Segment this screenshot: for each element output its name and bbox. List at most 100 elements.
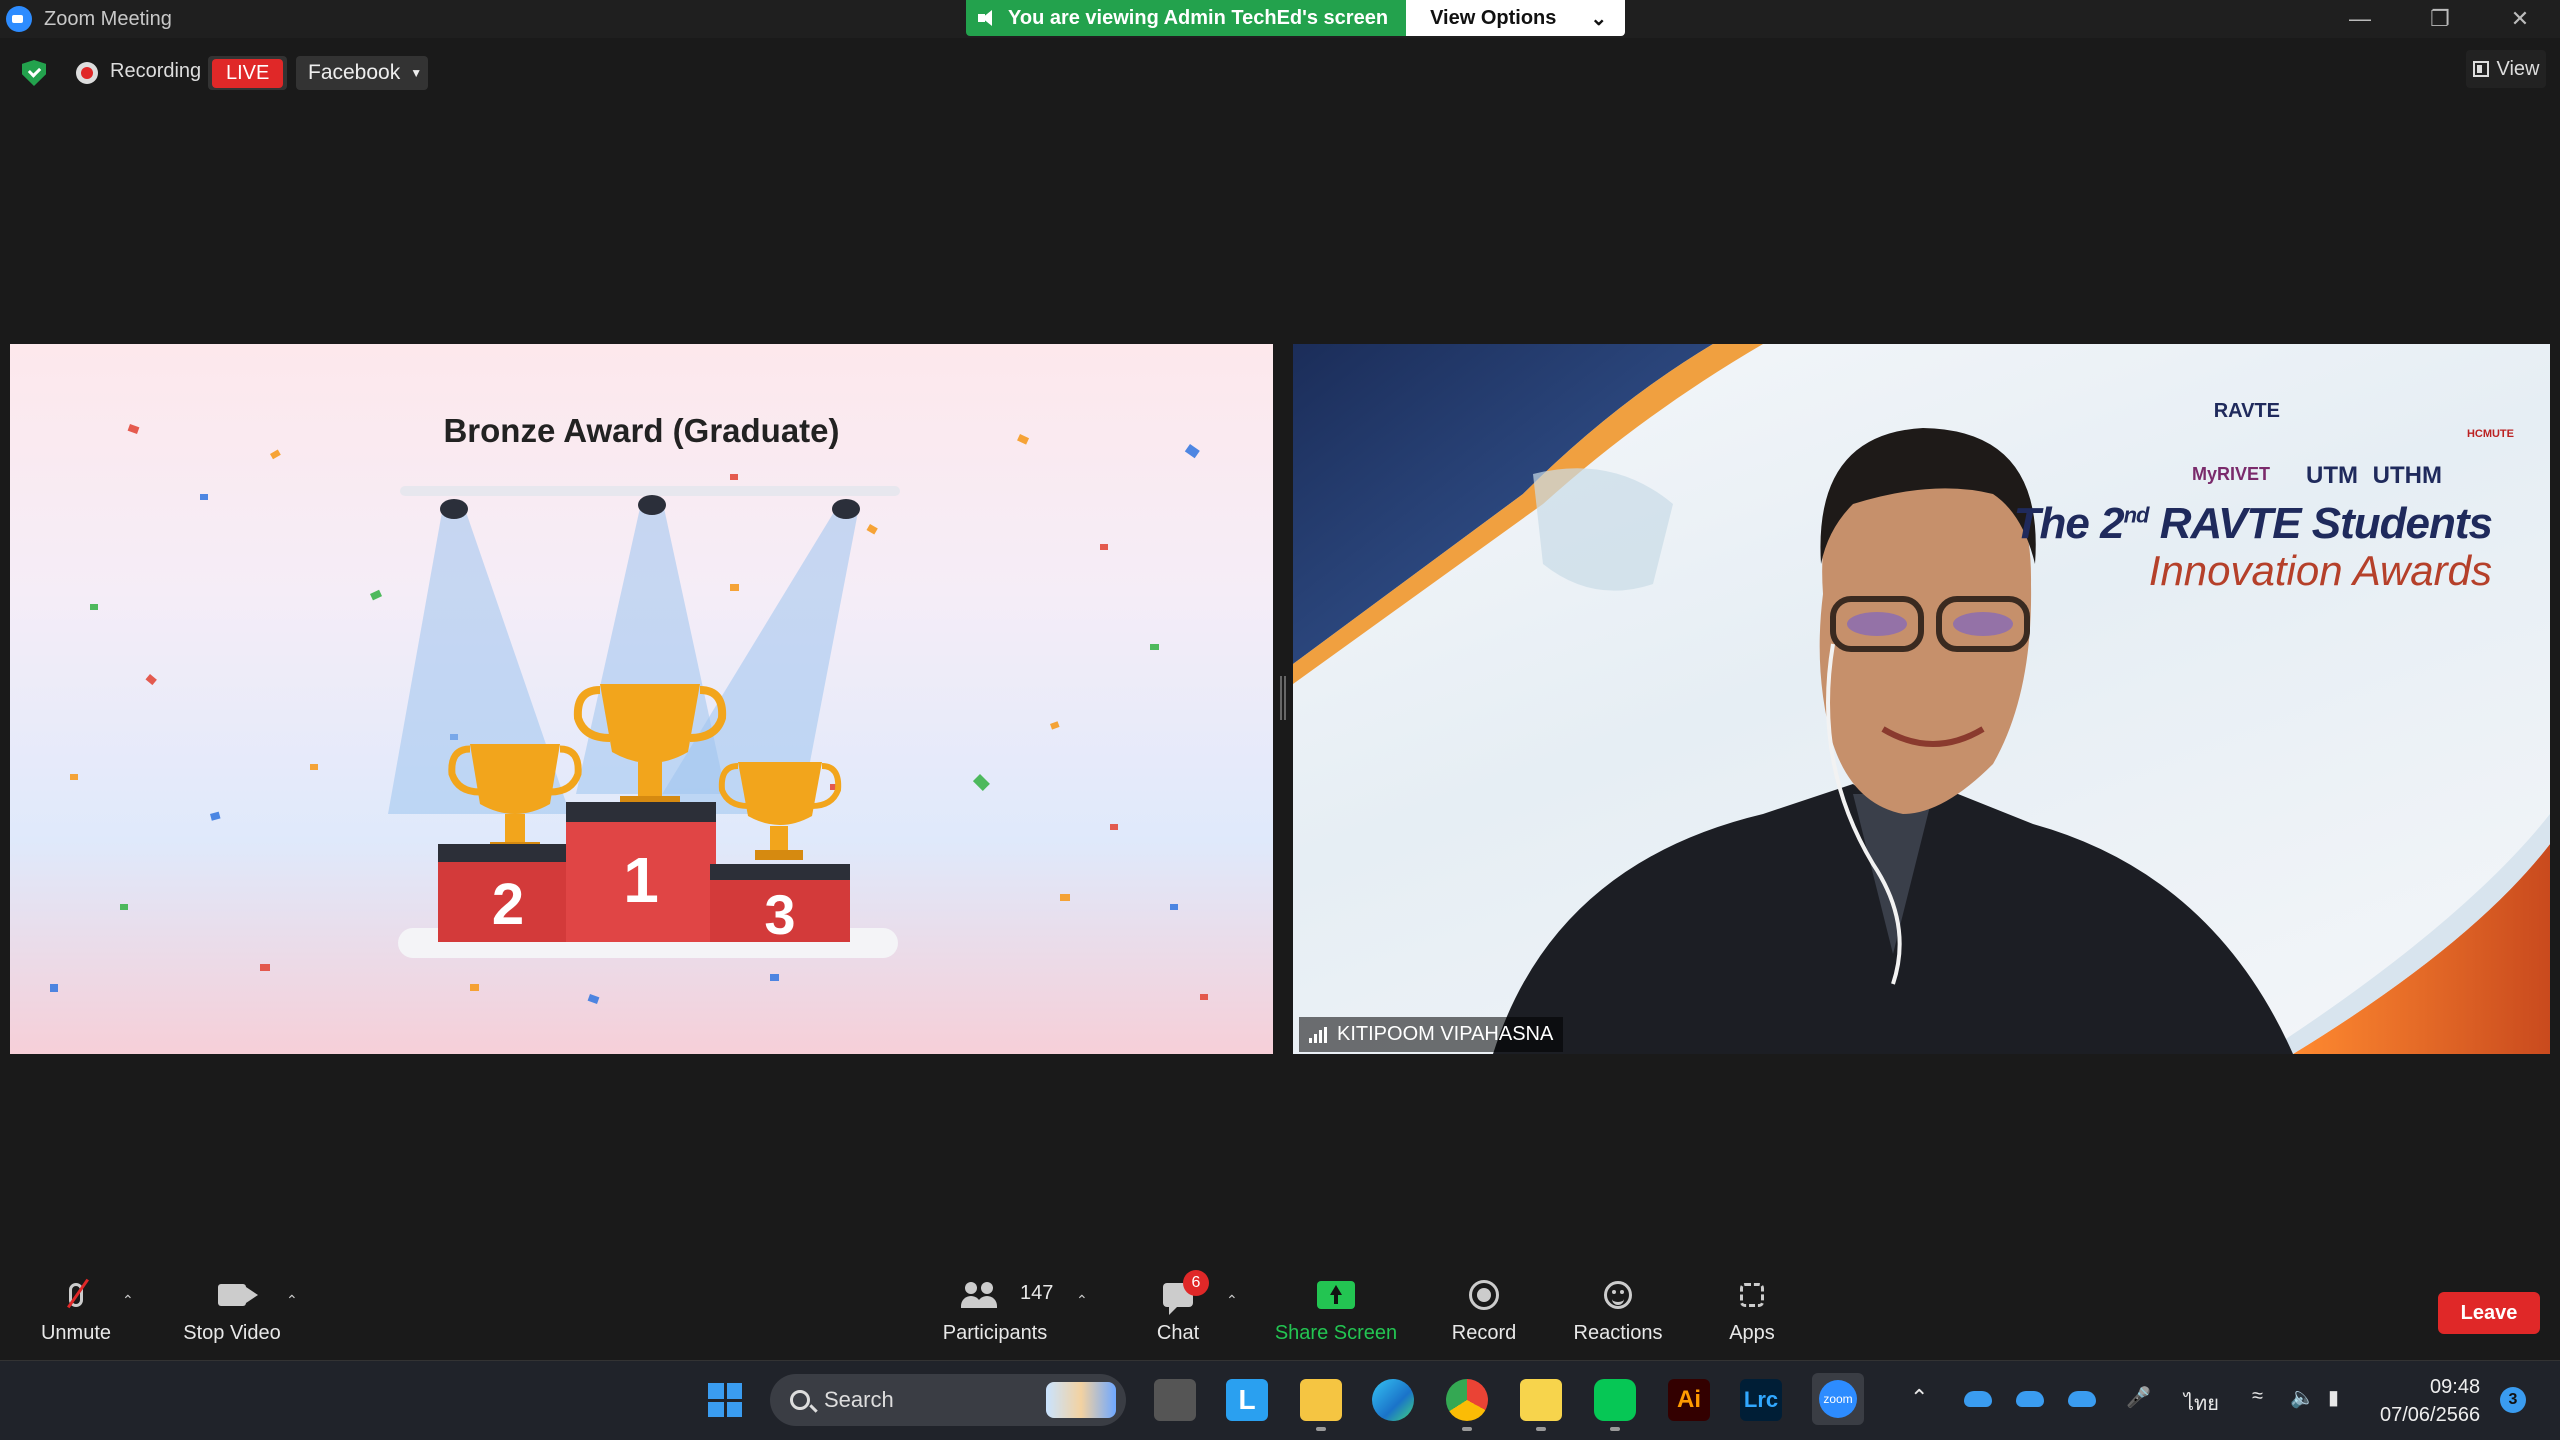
wifi-icon[interactable]: ≈ [2252,1385,2263,1408]
podium-number-1: 1 [623,844,659,916]
taskbar-search[interactable]: Search [770,1374,1126,1426]
chrome-browser-icon[interactable] [1446,1379,1488,1431]
participant-count: 147 [1020,1282,1054,1304]
minimize-button[interactable]: — [2320,0,2400,38]
logo-utm: UTM [2306,462,2358,489]
logo-hcmute: HCMUTE [2466,428,2514,440]
mic-muted-icon [67,1278,89,1312]
share-screen-button[interactable]: Share Screen [1274,1278,1398,1345]
onedrive-icon-2[interactable] [2016,1391,2044,1407]
record-indicator-icon [76,62,98,84]
share-status-text: You are viewing Admin TechEd's screen [1008,6,1389,29]
recording-label: Recording [110,60,202,82]
live-badge[interactable]: LIVE [208,56,288,90]
meeting-topbar: Recording LIVE Facebook ▼ View [0,48,2560,98]
signal-strength-icon [1309,1026,1327,1043]
audio-options-caret[interactable]: ⌃ [122,1292,134,1309]
view-button[interactable]: View [2466,50,2546,88]
stream-target-label: Facebook [308,61,401,84]
participants-button[interactable]: 147 Participants [940,1278,1054,1345]
view-options-label: View Options [1430,6,1557,29]
caret-down-icon: ▼ [410,66,423,80]
awards-title: The 2nd RAVTE Students Innovation Awards [2013,499,2493,594]
stream-target-select[interactable]: Facebook ▼ [296,56,428,90]
microphone-tray-icon[interactable]: 🎤 [2126,1385,2151,1410]
chat-button[interactable]: 6 Chat [1148,1270,1209,1345]
chevron-down-icon: ⌄ [1590,7,1608,30]
window-title: Zoom Meeting [44,7,172,30]
podium-number-2: 2 [492,872,524,937]
shared-screen-panel: Bronze Award (Graduate) 2 1 3 [10,344,1273,1054]
volume-icon[interactable]: 🔈 [2290,1385,2315,1410]
window-controls: — ❐ ✕ [2320,0,2560,38]
reactions-button[interactable]: Reactions [1570,1278,1666,1345]
onedrive-icon-1[interactable] [1964,1391,1992,1407]
chat-label: Chat [1156,1322,1200,1344]
video-options-caret[interactable]: ⌃ [286,1292,298,1309]
pinned-app-l-icon[interactable]: L [1226,1379,1268,1421]
podium-illustration: 2 1 3 [50,424,1208,1004]
system-clock[interactable]: 09:48 07/06/2566 [2380,1373,2480,1429]
sticky-notes-icon[interactable] [1520,1379,1562,1431]
os-taskbar: Search L Ai Lrc zoom ⌃ 🎤 ไทย ≈ 🔈 ▮ 09:48… [0,1360,2560,1440]
battery-icon[interactable]: ▮ [2328,1385,2339,1410]
live-label: LIVE [212,58,284,88]
reactions-icon [1604,1278,1632,1312]
participant-name-tag: KITIPOOM VIPAHASNA [1299,1017,1564,1052]
logo-ravte: RAVTE [2213,400,2280,422]
stop-video-label: Stop Video [183,1322,281,1344]
record-label: Record [1451,1322,1517,1344]
participant-name: KITIPOOM VIPAHASNA [1337,1023,1554,1045]
chat-icon: 6 [1163,1270,1209,1315]
speaker-icon [978,10,996,26]
notification-badge[interactable]: 3 [2500,1387,2526,1413]
unmute-button[interactable]: Unmute [36,1278,116,1345]
panel-resize-handle[interactable] [1280,676,1286,720]
search-label: Search [824,1387,894,1412]
chat-options-caret[interactable]: ⌃ [1226,1292,1238,1309]
search-icon [790,1390,810,1410]
clock-time: 09:48 [2430,1376,2481,1398]
zoom-app-icon: zoom [1819,1380,1857,1418]
edge-browser-icon[interactable] [1372,1379,1414,1421]
view-options-button[interactable]: View Options ⌄ [1406,0,1626,36]
close-button[interactable]: ✕ [2480,0,2560,38]
lightroom-classic-icon[interactable]: Lrc [1740,1379,1782,1421]
apps-button[interactable]: Apps [1724,1278,1780,1345]
record-button[interactable]: Record [1448,1278,1520,1345]
awards-title-line2: Innovation Awards [2148,547,2492,594]
file-explorer-icon[interactable] [1300,1379,1342,1431]
apps-label: Apps [1729,1322,1775,1344]
chat-unread-badge: 6 [1183,1270,1209,1296]
participants-label: Participants [942,1322,1048,1344]
restore-button[interactable]: ❐ [2400,0,2480,38]
windows-start-icon[interactable] [704,1379,746,1421]
stop-video-button[interactable]: Stop Video [180,1278,284,1345]
share-status: You are viewing Admin TechEd's screen [966,0,1407,36]
share-screen-label: Share Screen [1274,1322,1398,1344]
record-icon [1469,1278,1499,1312]
camera-icon [218,1278,258,1312]
tray-overflow-icon[interactable]: ⌃ [1910,1385,1928,1411]
podium-number-3: 3 [764,883,795,946]
search-highlight-image [1046,1382,1116,1418]
screen-share-banner: You are viewing Admin TechEd's screen Vi… [966,0,1626,36]
task-view-icon[interactable] [1154,1379,1196,1421]
participants-icon: 147 [940,1278,1054,1312]
speaker-video-frame [1293,344,2550,1054]
share-screen-icon [1317,1278,1355,1312]
shield-icon[interactable] [22,60,46,86]
line-app-icon[interactable] [1594,1379,1636,1431]
logo-myrivet: MyRIVET [2191,464,2270,484]
unmute-label: Unmute [40,1322,112,1344]
onedrive-icon-3[interactable] [2068,1391,2096,1407]
leave-button[interactable]: Leave [2438,1292,2540,1334]
participants-options-caret[interactable]: ⌃ [1076,1292,1088,1309]
reactions-label: Reactions [1573,1322,1663,1344]
illustrator-icon[interactable]: Ai [1668,1379,1710,1421]
input-language-indicator[interactable]: ไทย [2184,1387,2219,1419]
speaker-video-panel: RAVTE HCMUTE MyRIVET UTM UTHM The 2nd RA… [1293,344,2550,1054]
clock-date: 07/06/2566 [2380,1404,2481,1426]
zoom-taskbar-button[interactable]: zoom [1812,1373,1864,1425]
awards-title-line1: The 2nd RAVTE Students [2013,499,2493,548]
